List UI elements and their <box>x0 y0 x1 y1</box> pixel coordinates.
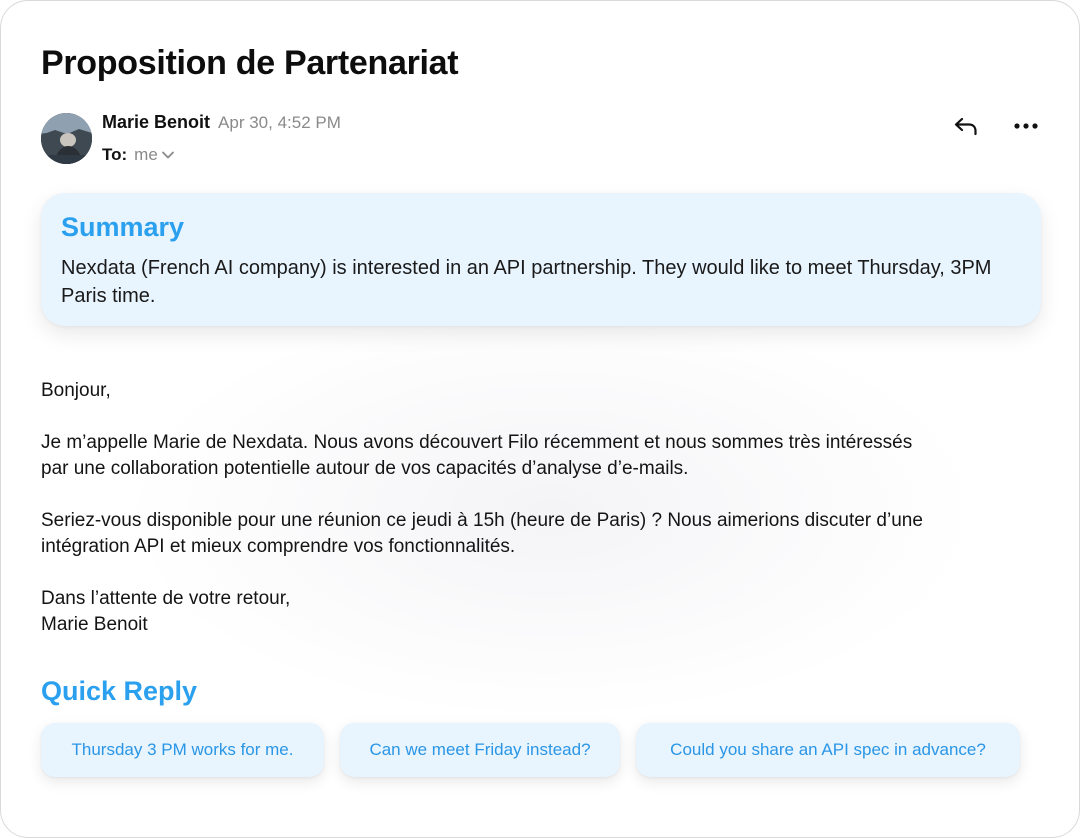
body-line: par une collaboration potentielle autour… <box>41 458 689 479</box>
summary-text: Nexdata (French AI company) is intereste… <box>61 257 992 307</box>
summary-title: Summary <box>61 212 185 242</box>
quick-reply-title: Quick Reply <box>41 676 198 706</box>
recipient-toggle[interactable]: me <box>134 145 175 165</box>
avatar-photo-icon <box>41 113 92 164</box>
chevron-down-icon <box>161 151 174 159</box>
paragraph-intro: Je m’appelle Marie de Nexdata. Nous avon… <box>41 430 1041 482</box>
email-subject: Proposition de Partenariat <box>41 44 459 82</box>
quick-reply-option[interactable]: Can we meet Friday instead? <box>340 723 620 777</box>
to-label: To: <box>102 145 128 164</box>
greeting: Bonjour, <box>41 380 111 401</box>
sign-off: Dans l’attente de votre retour, Marie Be… <box>41 586 1041 638</box>
quick-reply-option[interactable]: Could you share an API spec in advance? <box>636 723 1020 777</box>
sender-avatar[interactable] <box>41 113 92 164</box>
summary-card: Summary Nexdata (French AI company) is i… <box>41 193 1041 326</box>
signature: Marie Benoit <box>41 614 148 635</box>
body-line: Seriez-vous disponible pour une réunion … <box>41 510 923 531</box>
reply-arrow-icon <box>954 117 977 136</box>
email-view: Proposition de Partenariat Marie Benoit … <box>0 0 1080 838</box>
email-body: Bonjour, Je m’appelle Marie de Nexdata. … <box>41 378 1041 638</box>
reply-button[interactable] <box>949 111 983 141</box>
more-options-button[interactable] <box>1007 111 1045 141</box>
closing-line: Dans l’attente de votre retour, <box>41 588 291 609</box>
recipient-line: To: me <box>102 144 175 166</box>
sent-timestamp: Apr 30, 4:52 PM <box>218 113 341 132</box>
body-line: Je m’appelle Marie de Nexdata. Nous avon… <box>41 432 913 453</box>
paragraph-meeting-request: Seriez-vous disponible pour une réunion … <box>41 508 1041 560</box>
body-line: intégration API et mieux comprendre vos … <box>41 536 516 557</box>
sender-name[interactable]: Marie Benoit <box>102 112 210 133</box>
sender-line: Marie Benoit Apr 30, 4:52 PM <box>102 112 341 136</box>
recipient-value: me <box>134 145 158 164</box>
more-horizontal-icon <box>1014 123 1038 129</box>
quick-reply-option[interactable]: Thursday 3 PM works for me. <box>41 723 324 777</box>
